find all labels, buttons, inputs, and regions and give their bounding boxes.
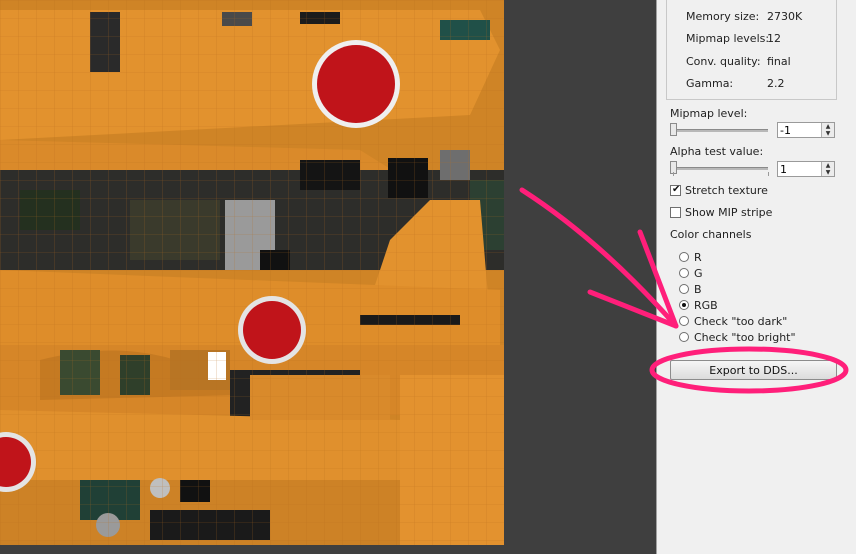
conv-quality-label: Conv. quality: [686,55,761,68]
alpha-test-down-button[interactable]: ▼ [822,169,834,176]
viewport-background [504,0,656,554]
channel-radio-b[interactable]: B [679,283,702,297]
texture-preview [0,0,504,545]
radio-icon [679,284,689,294]
channel-radio-label: Check "too bright" [694,331,796,344]
checkbox-unchecked-icon [670,207,681,218]
stretch-texture-label: Stretch texture [685,184,768,197]
export-to-dds-button[interactable]: Export to DDS... [670,360,837,380]
mipmap-levels-label: Mipmap levels: [686,32,770,45]
stretch-texture-checkbox[interactable]: ✔ Stretch texture [670,184,768,198]
channel-radio-label: B [694,283,702,296]
channel-radio-too-dark[interactable]: Check "too dark" [679,315,787,329]
show-mip-stripe-checkbox[interactable]: Show MIP stripe [670,206,772,220]
texture-info-group: Memory size: 2730K Mipmap levels: 12 Con… [666,0,837,100]
channel-radio-label: RGB [694,299,718,312]
channel-radio-rgb[interactable]: RGB [679,299,718,313]
channel-radio-label: Check "too dark" [694,315,788,328]
channel-radio-r[interactable]: R [679,251,702,265]
aircraft-texture-image [0,0,504,545]
radio-selected-icon [679,300,689,310]
alpha-test-spinbox: ▲ ▼ [777,161,835,177]
slider-tick [768,172,769,176]
radio-icon [679,268,689,278]
alpha-test-label: Alpha test value: [670,145,764,158]
alpha-test-input[interactable] [780,162,820,176]
show-mip-stripe-label: Show MIP stripe [685,206,773,219]
alpha-test-up-button[interactable]: ▲ [822,162,834,169]
color-channels-title: Color channels [670,228,752,241]
radio-icon [679,252,689,262]
slider-tick [673,172,674,176]
checkbox-checked-icon: ✔ [670,184,681,196]
gamma-label: Gamma: [686,77,734,90]
gamma-value: 2.2 [767,77,785,90]
mipmap-level-spinbox: ▲ ▼ [777,122,835,138]
mipmap-level-up-button[interactable]: ▲ [822,123,834,130]
memory-size-label: Memory size: [686,10,760,23]
mipmap-level-input[interactable] [780,123,820,137]
properties-panel: Memory size: 2730K Mipmap levels: 12 Con… [656,0,856,554]
channel-radio-label: G [694,267,703,280]
mipmap-level-slider-thumb[interactable] [670,123,677,136]
radio-icon [679,332,689,342]
mipmap-level-slider-track[interactable] [672,129,768,132]
conv-quality-value: final [767,55,791,68]
mipmap-level-down-button[interactable]: ▼ [822,130,834,137]
viewport-bottom-edge [0,545,656,554]
alpha-test-slider-track[interactable] [672,167,768,170]
memory-size-value: 2730K [767,10,803,23]
channel-radio-too-bright[interactable]: Check "too bright" [679,331,796,345]
channel-radio-label: R [694,251,702,264]
mipmap-level-label: Mipmap level: [670,107,748,120]
channel-radio-g[interactable]: G [679,267,703,281]
mipmap-levels-value: 12 [767,32,781,45]
radio-icon [679,316,689,326]
